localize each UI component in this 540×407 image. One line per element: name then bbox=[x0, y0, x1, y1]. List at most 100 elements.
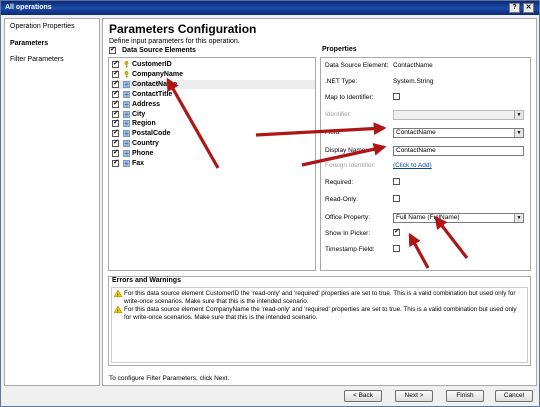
data-source-item-label: Fax bbox=[132, 160, 145, 167]
chevron-down-icon[interactable]: ▼ bbox=[514, 129, 523, 137]
data-source-elements-list[interactable]: CustomerID CompanyName ContactName ContactT… bbox=[108, 57, 316, 271]
data-source-item-checkbox[interactable] bbox=[112, 59, 119, 68]
data-source-item[interactable]: Address bbox=[111, 99, 315, 109]
data-source-item-checkbox[interactable] bbox=[112, 99, 119, 108]
field-label: Field: bbox=[325, 129, 341, 136]
svg-text:!: ! bbox=[117, 308, 118, 313]
finish-button[interactable]: Finish bbox=[446, 390, 484, 402]
data-source-item[interactable]: Country bbox=[111, 138, 315, 148]
chevron-down-icon[interactable]: ▼ bbox=[514, 214, 523, 222]
data-source-item[interactable]: PostalCode bbox=[111, 128, 315, 138]
data-source-item-label: ContactTitle bbox=[132, 90, 173, 98]
display-name-input[interactable]: ContactName bbox=[393, 146, 524, 156]
help-button[interactable]: ? bbox=[509, 3, 520, 13]
timestamp-field-label: Timestamp Field: bbox=[325, 246, 375, 253]
map-to-identifier-label: Map to Identifier: bbox=[325, 94, 374, 101]
all-operations-dialog: All operations ? ✕ Operation Properties … bbox=[0, 0, 540, 407]
show-in-picker-checkbox[interactable] bbox=[393, 227, 400, 236]
foreign-identifier-label: Foreign Identifier: bbox=[325, 162, 376, 169]
read-only-label: Read-Only: bbox=[325, 196, 358, 203]
nav-item-operation-properties[interactable]: Operation Properties bbox=[10, 23, 75, 30]
data-source-header-label: Data Source Elements bbox=[122, 47, 196, 54]
warning-text: For this data source element CustomerID … bbox=[124, 290, 516, 305]
select-all-checkbox[interactable] bbox=[109, 45, 116, 54]
identifier-dropdown: ▼ bbox=[393, 110, 524, 120]
field-icon bbox=[123, 80, 130, 88]
data-source-item-label: Phone bbox=[132, 150, 154, 158]
field-value: ContactName bbox=[396, 129, 436, 136]
field-icon bbox=[123, 140, 130, 147]
main-content: Parameters Configuration Define input pa… bbox=[102, 18, 537, 386]
field-dropdown[interactable]: ContactName ▼ bbox=[393, 128, 524, 138]
svg-text:!: ! bbox=[117, 292, 118, 297]
net-type-label: .NET Type: bbox=[325, 78, 358, 85]
data-source-item-label: PostalCode bbox=[132, 130, 171, 138]
properties-panel: Data Source Element: ContactName .NET Ty… bbox=[320, 57, 531, 271]
office-property-dropdown[interactable]: Full Name (FullName) ▼ bbox=[393, 213, 524, 223]
data-source-item[interactable]: Region bbox=[111, 118, 315, 128]
data-source-item-label: Country bbox=[132, 140, 159, 148]
page-title: Parameters Configuration bbox=[109, 22, 257, 36]
wizard-navigation: Operation Properties Parameters Filter P… bbox=[4, 18, 100, 386]
data-source-item[interactable]: ContactTitle bbox=[111, 89, 315, 99]
map-to-identifier-checkbox[interactable] bbox=[393, 93, 400, 100]
errors-title: Errors and Warnings bbox=[112, 277, 181, 284]
warning-icon: ! bbox=[114, 290, 122, 297]
data-source-item-checkbox[interactable] bbox=[112, 109, 119, 118]
click-to-add-link[interactable]: (Click to Add) bbox=[393, 162, 432, 169]
data-source-item-checkbox[interactable] bbox=[112, 79, 119, 88]
field-icon bbox=[123, 160, 130, 167]
close-button[interactable]: ✕ bbox=[523, 3, 534, 13]
cancel-button[interactable]: Cancel bbox=[495, 390, 533, 402]
data-source-item-checkbox[interactable] bbox=[112, 158, 119, 167]
data-source-item-checkbox[interactable] bbox=[112, 118, 119, 128]
timestamp-field-checkbox[interactable] bbox=[393, 245, 400, 252]
data-source-item-label: Region bbox=[132, 120, 156, 128]
data-source-item-checkbox[interactable] bbox=[112, 128, 119, 138]
field-icon bbox=[123, 100, 130, 108]
data-source-item[interactable]: Fax bbox=[111, 158, 315, 168]
required-checkbox[interactable] bbox=[393, 178, 400, 185]
warning-icon: ! bbox=[114, 306, 122, 313]
properties-header: Properties bbox=[322, 46, 357, 53]
field-icon bbox=[123, 120, 130, 128]
chevron-down-icon: ▼ bbox=[514, 111, 523, 119]
read-only-checkbox[interactable] bbox=[393, 195, 400, 202]
back-button[interactable]: < Back bbox=[344, 390, 382, 402]
data-source-element-value: ContactName bbox=[393, 62, 433, 69]
data-source-item-label: CompanyName bbox=[132, 70, 183, 78]
office-property-value: Full Name (FullName) bbox=[396, 214, 460, 221]
identifier-label: Identifier: bbox=[325, 111, 352, 118]
nav-item-filter-parameters[interactable]: Filter Parameters bbox=[10, 56, 64, 63]
footer-note: To configure Filter Parameters, click Ne… bbox=[109, 375, 230, 382]
warning-text: For this data source element CompanyName… bbox=[124, 306, 517, 321]
data-source-header: Data Source Elements bbox=[109, 45, 315, 56]
window-title: All operations bbox=[5, 4, 52, 11]
data-source-item[interactable]: City bbox=[111, 109, 315, 119]
data-source-item-checkbox[interactable] bbox=[112, 69, 119, 78]
data-source-item[interactable]: CompanyName bbox=[111, 69, 315, 79]
data-source-item[interactable]: ContactName bbox=[111, 79, 315, 89]
net-type-value: System.String bbox=[393, 78, 434, 85]
field-icon bbox=[123, 90, 130, 98]
next-button[interactable]: Next > bbox=[395, 390, 433, 402]
data-source-item-label: ContactName bbox=[132, 80, 178, 88]
data-source-item-label: Address bbox=[132, 100, 161, 108]
data-source-element-label: Data Source Element: bbox=[325, 62, 389, 69]
data-source-item-checkbox[interactable] bbox=[112, 148, 119, 158]
required-label: Required: bbox=[325, 179, 354, 186]
data-source-item-label: CustomerID bbox=[132, 61, 172, 68]
data-source-item-label: City bbox=[132, 110, 146, 118]
title-bar: All operations ? ✕ bbox=[1, 1, 539, 15]
data-source-item[interactable]: Phone bbox=[111, 148, 315, 158]
key-icon bbox=[124, 61, 129, 68]
data-source-item-checkbox[interactable] bbox=[112, 89, 119, 98]
warnings-list: ! For this data source element CustomerI… bbox=[111, 287, 528, 363]
office-property-label: Office Property: bbox=[325, 214, 371, 221]
data-source-item[interactable]: CustomerID bbox=[111, 59, 315, 69]
nav-item-parameters[interactable]: Parameters bbox=[10, 40, 48, 47]
field-icon bbox=[123, 130, 130, 138]
data-source-item-checkbox[interactable] bbox=[112, 138, 119, 148]
field-icon bbox=[123, 150, 130, 157]
errors-and-warnings-panel: Errors and Warnings ! For this data sour… bbox=[108, 276, 531, 366]
